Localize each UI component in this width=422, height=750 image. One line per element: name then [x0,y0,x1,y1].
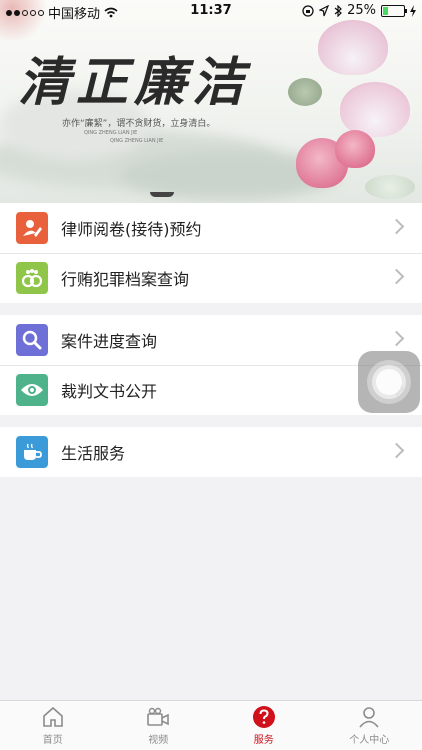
status-bar: 中国移动 11:37 25% [0,0,422,22]
rotation-lock-icon [302,4,314,17]
boat-silhouette [150,192,174,197]
charging-icon [410,4,416,17]
chevron-right-icon [388,218,405,235]
eye-icon [16,374,48,406]
chevron-right-icon [388,442,405,459]
menu-item-bribery-record[interactable]: 行贿犯罪档案查询 [0,253,422,303]
banner-slogan: 亦作“廉絜”，谓不贪财货，立身清白。 [62,119,216,129]
menu-item-label: 案件进度查询 [61,332,158,351]
home-icon [42,706,63,727]
lotus-flower [318,20,388,75]
assistive-touch-button[interactable] [358,351,420,413]
cloud-ornament [365,175,415,199]
menu-item-label: 生活服务 [61,444,126,463]
banner-subtitle: QING ZHENG LIAN JIE [84,130,138,136]
banner: 清正廉洁 亦作“廉絜”，谓不贪财货，立身清白。 QING ZHENG LIAN … [0,0,422,203]
tab-profile[interactable]: 个人中心 [317,701,422,750]
battery-percent: 25% [347,3,376,18]
chevron-right-icon [388,268,405,285]
lotus-seedpod [288,78,322,106]
location-icon [319,4,330,16]
tab-service[interactable]: 服务 [211,701,317,750]
lotus-flower [335,130,375,168]
tab-home[interactable]: 首页 [0,701,106,750]
tab-video[interactable]: 视频 [106,701,212,750]
tab-label: 视频 [148,735,169,746]
video-camera-icon [147,707,170,726]
banner-title: 清正廉洁 [18,52,251,113]
tab-label: 个人中心 [349,735,390,746]
battery-icon [381,4,407,17]
menu-item-label: 裁判文书公开 [61,382,158,401]
menu-item-label: 行贿犯罪档案查询 [61,270,190,289]
lawyer-edit-icon [16,212,48,244]
menu-group-1: 律师阅卷(接待)预约 行贿犯罪档案查询 [0,203,422,303]
bluetooth-icon [334,4,342,17]
menu-item-lawyer-appointment[interactable]: 律师阅卷(接待)预约 [0,203,422,253]
coffee-cup-icon [16,436,48,468]
user-icon [359,707,379,728]
handcuffs-icon [16,262,48,294]
tab-label: 服务 [253,735,274,746]
lotus-flower [340,82,410,137]
tab-bar: 首页 视频 服务 个人中心 [0,700,422,750]
menu-item-label: 律师阅卷(接待)预约 [61,220,202,239]
banner-subtitle: QING ZHENG LIAN JIE [110,138,164,144]
tab-label: 首页 [42,735,63,746]
menu-item-life-services[interactable]: 生活服务 [0,427,422,477]
chevron-right-icon [388,330,405,347]
question-icon [252,706,275,728]
menu-group-3: 生活服务 [0,427,422,477]
search-icon [16,324,48,356]
battery-level [383,6,388,15]
